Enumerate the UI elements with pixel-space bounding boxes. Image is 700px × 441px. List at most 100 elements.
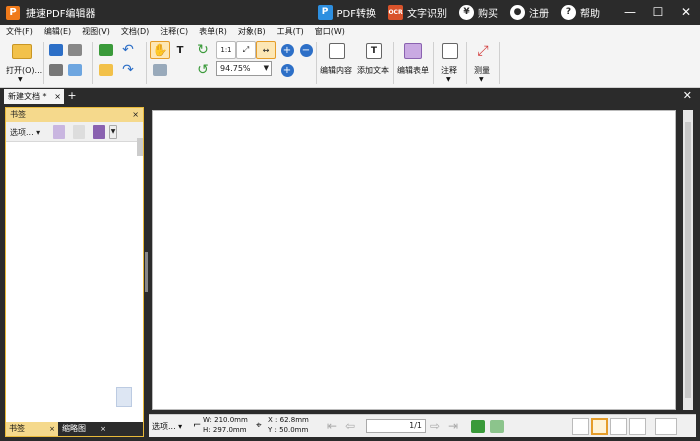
previous-page-button[interactable]: ⇦ — [345, 419, 355, 433]
view-options-button[interactable] — [655, 418, 677, 435]
hand-tool-button[interactable]: ✋ — [150, 41, 170, 59]
close-icon[interactable]: × — [100, 422, 106, 436]
bookmark-options-label: 选项... — [10, 128, 34, 137]
select-text-button[interactable]: T — [170, 41, 190, 59]
ocr-button[interactable]: OCR 文字识别 — [388, 5, 447, 20]
menu-form[interactable]: 表单(R) — [199, 26, 227, 37]
chevron-down-icon[interactable]: ▼ — [109, 125, 117, 139]
scanner-icon — [68, 44, 82, 56]
buy-button[interactable]: ¥ 购买 — [459, 5, 498, 20]
pdf-convert-button[interactable]: P PDF转换 — [317, 5, 376, 20]
zoom-out-button[interactable]: − — [296, 41, 316, 59]
edit-content-button[interactable] — [326, 41, 348, 61]
height-readout: H: 297.0mm — [203, 426, 247, 434]
panel-toolbar: 选项... ▾ ▼ — [6, 122, 143, 156]
rotate-cw-icon: ↻ — [197, 42, 209, 58]
measure-button[interactable]: ⤢ — [472, 41, 494, 61]
continuous-facing-view-button[interactable] — [629, 418, 646, 435]
fit-width-icon: ↔ — [262, 45, 270, 55]
close-document-button[interactable]: ✕ — [683, 89, 692, 103]
panel-scrollbar[interactable] — [137, 138, 143, 156]
save-button[interactable] — [46, 41, 66, 59]
tab-thumbnails[interactable]: 缩略图 × — [59, 422, 109, 436]
add-tab-button[interactable]: + — [66, 89, 78, 103]
annotate-icon — [442, 43, 458, 59]
email-button[interactable] — [65, 61, 85, 79]
bookmark-properties-icon[interactable] — [93, 125, 105, 139]
redo-icon: ↷ — [122, 62, 134, 78]
close-window-button[interactable]: ✕ — [672, 0, 700, 25]
delete-bookmark-icon[interactable] — [73, 125, 85, 139]
minimize-button[interactable]: — — [616, 0, 644, 25]
open-button[interactable] — [10, 41, 34, 61]
scrollbar-thumb[interactable] — [685, 122, 691, 398]
close-icon[interactable]: × — [49, 422, 55, 436]
status-options-button[interactable]: 选项... ▾ — [152, 421, 182, 432]
page-size-icon: ⌐ — [193, 420, 202, 431]
snapshot-button[interactable] — [150, 61, 170, 79]
open-label: 打开(O)... — [6, 66, 43, 75]
menu-edit[interactable]: 编辑(E) — [44, 26, 71, 37]
page-number-input[interactable]: 1/1 — [366, 419, 426, 433]
import-icon — [99, 44, 113, 56]
import-button[interactable] — [96, 41, 116, 59]
zoom-tool-button[interactable]: + — [277, 61, 297, 79]
add-text-button[interactable]: T — [363, 41, 385, 61]
register-button[interactable]: ● 注册 — [510, 5, 549, 20]
rotate-ccw-button[interactable]: ↺ — [193, 61, 213, 79]
redo-button[interactable]: ↷ — [118, 61, 138, 79]
menu-window[interactable]: 窗口(W) — [315, 26, 345, 37]
facing-view-button[interactable] — [610, 418, 627, 435]
bookmark-placeholder-icon — [116, 387, 132, 407]
annotate-dropdown-icon[interactable]: ▼ — [446, 76, 451, 83]
zoom-out-icon: − — [299, 43, 313, 57]
annotate-button[interactable] — [439, 41, 461, 61]
next-page-button[interactable]: ⇨ — [430, 419, 440, 433]
zoom-value: 94.75% — [220, 64, 251, 73]
undo-button[interactable]: ↶ — [118, 41, 138, 59]
menu-document[interactable]: 文档(D) — [121, 26, 149, 37]
tab-label: 新建文档 * — [8, 92, 47, 101]
menu-view[interactable]: 视图(V) — [82, 26, 110, 37]
help-icon: ? — [561, 5, 576, 20]
export-button[interactable] — [96, 61, 116, 79]
menu-file[interactable]: 文件(F) — [6, 26, 33, 37]
last-page-button[interactable]: ⇥ — [448, 419, 458, 433]
panel-close-icon[interactable]: × — [132, 108, 139, 122]
zoom-in-button[interactable]: + — [277, 41, 297, 59]
fit-page-button[interactable]: ⤢ — [236, 41, 256, 59]
maximize-button[interactable]: ☐ — [644, 0, 672, 25]
measure-dropdown-icon[interactable]: ▼ — [479, 76, 484, 83]
first-page-button[interactable]: ⇤ — [327, 419, 337, 433]
single-page-view-button[interactable] — [572, 418, 589, 435]
yen-icon: ¥ — [459, 5, 474, 20]
select-text-icon: T — [176, 44, 184, 56]
close-tab-icon[interactable]: × — [54, 89, 61, 104]
splitter-handle[interactable] — [145, 252, 148, 292]
fit-width-button[interactable]: ↔ — [256, 41, 276, 59]
zoom-select[interactable]: 94.75% ▼ — [216, 61, 272, 76]
menu-tools[interactable]: 工具(T) — [277, 26, 304, 37]
print-button[interactable] — [46, 61, 66, 79]
hand-icon: ✋ — [152, 43, 168, 57]
document-page[interactable] — [152, 110, 676, 410]
continuous-view-button[interactable] — [591, 418, 608, 435]
bookmark-options-button[interactable]: 选项... ▾ — [10, 127, 40, 138]
actual-size-button[interactable]: 1:1 — [216, 41, 236, 59]
open-dropdown-icon[interactable]: ▼ — [18, 76, 23, 83]
edit-form-button[interactable] — [402, 41, 424, 61]
go-forward-icon[interactable] — [490, 420, 504, 433]
go-back-icon[interactable] — [471, 420, 485, 433]
ocr-label: 文字识别 — [407, 9, 447, 20]
rotate-cw-button[interactable]: ↻ — [193, 41, 213, 59]
tab-new-document[interactable]: 新建文档 * × — [4, 89, 64, 104]
scan-button[interactable] — [65, 41, 85, 59]
tab-bookmarks[interactable]: 书签 × — [6, 422, 58, 436]
help-button[interactable]: ? 帮助 — [561, 5, 600, 20]
menu-object[interactable]: 对象(B) — [238, 26, 266, 37]
status-options-label: 选项... — [152, 422, 176, 431]
menu-comment[interactable]: 注释(C) — [160, 26, 188, 37]
cursor-position-icon: ⌖ — [256, 420, 262, 431]
new-bookmark-icon[interactable] — [53, 125, 65, 139]
vertical-scrollbar[interactable] — [683, 110, 693, 410]
